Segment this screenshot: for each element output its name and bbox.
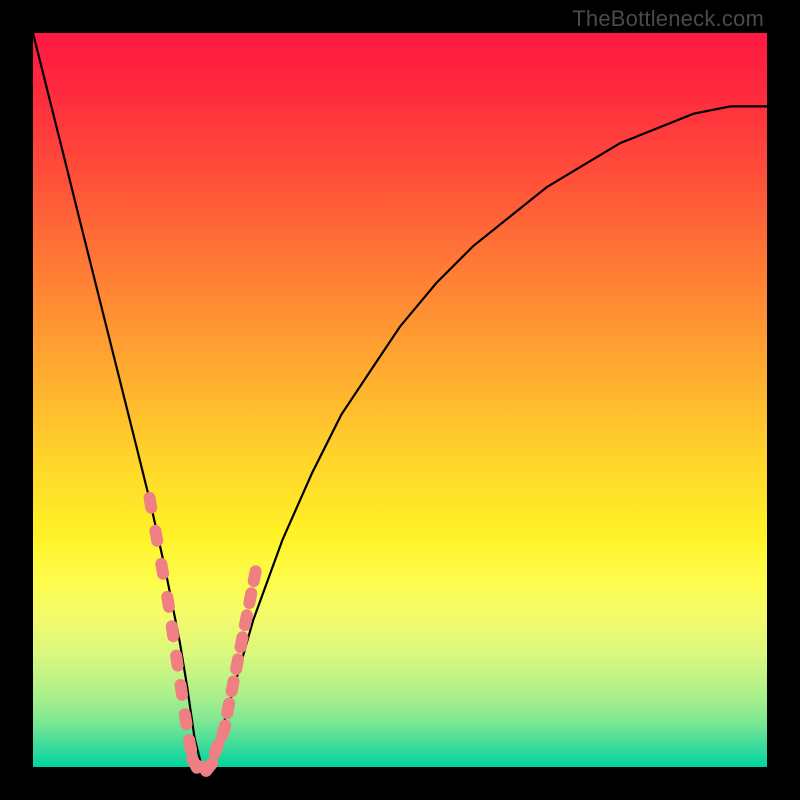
scatter-marker	[242, 586, 258, 610]
scatter-marker	[148, 524, 164, 548]
scatter-marker	[220, 696, 236, 720]
scatter-marker	[225, 674, 241, 698]
scatter-marker	[165, 619, 180, 643]
scatter-marker	[233, 630, 249, 654]
chart-frame: TheBottleneck.com	[0, 0, 800, 800]
scatter-marker	[229, 652, 245, 676]
scatter-marker	[160, 590, 175, 614]
chart-svg	[33, 33, 767, 767]
watermark-text: TheBottleneck.com	[572, 6, 764, 32]
scatter-marker	[143, 491, 159, 515]
scatter-marker	[247, 564, 263, 588]
scatter-marker	[154, 557, 170, 581]
scatter-markers	[143, 491, 263, 779]
bottleneck-curve	[33, 33, 767, 767]
